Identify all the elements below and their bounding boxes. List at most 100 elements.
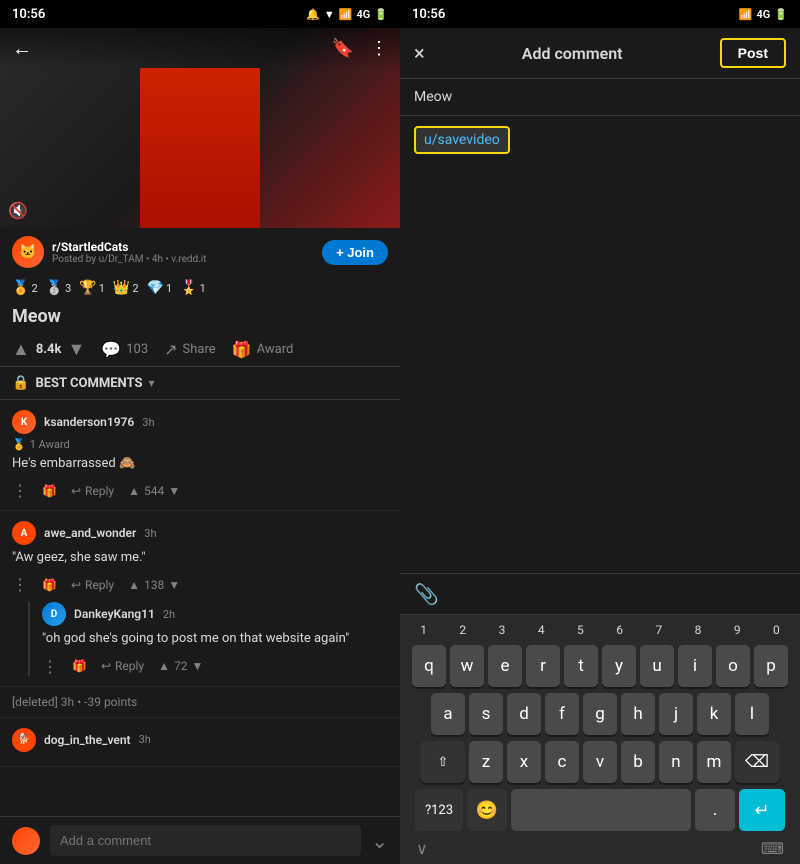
key-q[interactable]: q <box>412 645 446 687</box>
key-x[interactable]: x <box>507 741 541 783</box>
comment-username[interactable]: ksanderson1976 <box>44 415 134 429</box>
key-j[interactable]: j <box>659 693 693 735</box>
share-icon: ↗ <box>164 340 177 359</box>
gift-button[interactable]: 🎁 <box>42 484 57 498</box>
key-5[interactable]: 5 <box>561 621 600 639</box>
comment-username[interactable]: dog_in_the_vent <box>44 733 131 747</box>
key-y[interactable]: y <box>602 645 636 687</box>
key-d[interactable]: d <box>507 693 541 735</box>
reply-button[interactable]: ↩ Reply <box>71 578 114 592</box>
downvote-inline-icon[interactable]: ▼ <box>192 659 204 673</box>
left-status-icons: 🔔 ▼ 📶 4G 🔋 <box>306 8 388 21</box>
key-6[interactable]: 6 <box>600 621 639 639</box>
comment-item: K ksanderson1976 3h 🏅 1 Award He's embar… <box>0 400 400 511</box>
downvote-button[interactable]: ▼ <box>67 339 85 360</box>
key-g[interactable]: g <box>583 693 617 735</box>
comments-list[interactable]: K ksanderson1976 3h 🏅 1 Award He's embar… <box>0 400 400 816</box>
gift-button[interactable]: 🎁 <box>72 659 87 673</box>
upvote-inline-icon[interactable]: ▲ <box>128 484 140 498</box>
key-b[interactable]: b <box>621 741 655 783</box>
key-m[interactable]: m <box>697 741 731 783</box>
subreddit-avatar[interactable]: 🐱 <box>12 236 44 268</box>
key-l[interactable]: l <box>735 693 769 735</box>
key-p[interactable]: p <box>754 645 788 687</box>
reply-button[interactable]: ↩ Reply <box>101 659 144 673</box>
subreddit-name[interactable]: r/StartledCats <box>52 240 207 254</box>
upvote-button[interactable]: ▲ <box>12 339 30 360</box>
comment-username[interactable]: awe_and_wonder <box>44 526 136 540</box>
mute-button[interactable]: 🔇 <box>8 201 28 220</box>
emoji-key[interactable]: 😊 <box>467 789 507 831</box>
award-button[interactable]: 🎁 Award <box>232 340 294 359</box>
key-7[interactable]: 7 <box>639 621 678 639</box>
space-key[interactable] <box>511 789 691 831</box>
key-o[interactable]: o <box>716 645 750 687</box>
enter-key[interactable]: ↵ <box>739 789 785 831</box>
keyboard-row-1: q w e r t y u i o p <box>404 645 796 687</box>
key-i[interactable]: i <box>678 645 712 687</box>
post-actions: ▲ 8.4k ▼ 💬 103 ↗ Share 🎁 Award <box>0 333 400 367</box>
downvote-inline-icon[interactable]: ▼ <box>168 578 180 592</box>
upvote-inline-icon[interactable]: ▲ <box>128 578 140 592</box>
right-status-bar: 10:56 📶 4G 🔋 <box>400 0 800 28</box>
reply-input-area[interactable]: u/savevideo <box>400 116 800 573</box>
scroll-down-icon[interactable]: ⌄ <box>371 829 388 853</box>
key-s[interactable]: s <box>469 693 503 735</box>
collapse-keyboard-icon[interactable]: ∨ <box>416 839 428 858</box>
special-chars-key[interactable]: ?123 <box>415 789 463 831</box>
reply-button[interactable]: ↩ Reply <box>71 484 114 498</box>
vote-count-inline: 544 <box>144 484 164 498</box>
more-icon[interactable]: ⋮ <box>370 38 388 59</box>
downvote-inline-icon[interactable]: ▼ <box>168 484 180 498</box>
period-key[interactable]: . <box>695 789 735 831</box>
bookmark-icon[interactable]: 🔖 <box>332 38 354 59</box>
keyboard-settings-icon[interactable]: ⌨ <box>761 839 784 858</box>
backspace-key[interactable]: ⌫ <box>735 741 779 783</box>
right-status-icons: 📶 4G 🔋 <box>739 8 788 21</box>
post-button[interactable]: Post <box>720 38 786 68</box>
comment-button[interactable]: 💬 103 <box>101 340 148 359</box>
key-1[interactable]: 1 <box>404 621 443 639</box>
key-z[interactable]: z <box>469 741 503 783</box>
video-area[interactable]: ← 🔖 ⋮ 🔇 <box>0 28 400 228</box>
vote-count-inline: 138 <box>144 578 164 592</box>
join-button[interactable]: + Join <box>322 240 388 265</box>
award-icon: 🎁 <box>232 340 252 359</box>
key-9[interactable]: 9 <box>718 621 757 639</box>
key-a[interactable]: a <box>431 693 465 735</box>
more-options-icon[interactable]: ⋮ <box>42 657 58 676</box>
key-2[interactable]: 2 <box>443 621 482 639</box>
key-0[interactable]: 0 <box>757 621 796 639</box>
key-v[interactable]: v <box>583 741 617 783</box>
sort-bar[interactable]: 🔒 BEST COMMENTS ▾ <box>0 367 400 400</box>
key-u[interactable]: u <box>640 645 674 687</box>
add-comment-header: × Add comment Post <box>400 28 800 79</box>
key-w[interactable]: w <box>450 645 484 687</box>
key-f[interactable]: f <box>545 693 579 735</box>
comment-avatar: A <box>12 521 36 545</box>
comment-username[interactable]: DankeyKang11 <box>74 607 155 621</box>
key-t[interactable]: t <box>564 645 598 687</box>
gift-button[interactable]: 🎁 <box>42 578 57 592</box>
key-n[interactable]: n <box>659 741 693 783</box>
key-h[interactable]: h <box>621 693 655 735</box>
reply-username-tag[interactable]: u/savevideo <box>414 126 510 154</box>
more-options-icon[interactable]: ⋮ <box>12 481 28 500</box>
key-r[interactable]: r <box>526 645 560 687</box>
attachment-icon[interactable]: 📎 <box>414 582 439 606</box>
share-button[interactable]: ↗ Share <box>164 340 216 359</box>
key-c[interactable]: c <box>545 741 579 783</box>
back-button[interactable]: ← <box>12 36 32 61</box>
upvote-inline-icon[interactable]: ▲ <box>158 659 170 673</box>
key-8[interactable]: 8 <box>678 621 717 639</box>
more-options-icon[interactable]: ⋮ <box>12 575 28 594</box>
key-k[interactable]: k <box>697 693 731 735</box>
award-item: 🏆1 <box>79 280 105 296</box>
key-4[interactable]: 4 <box>522 621 561 639</box>
close-button[interactable]: × <box>414 41 425 65</box>
comment-actions: ⋮ 🎁 ↩ Reply ▲ 138 ▼ <box>12 575 388 594</box>
add-comment-input[interactable] <box>50 825 361 856</box>
shift-key[interactable]: ⇧ <box>421 741 465 783</box>
key-3[interactable]: 3 <box>482 621 521 639</box>
key-e[interactable]: e <box>488 645 522 687</box>
